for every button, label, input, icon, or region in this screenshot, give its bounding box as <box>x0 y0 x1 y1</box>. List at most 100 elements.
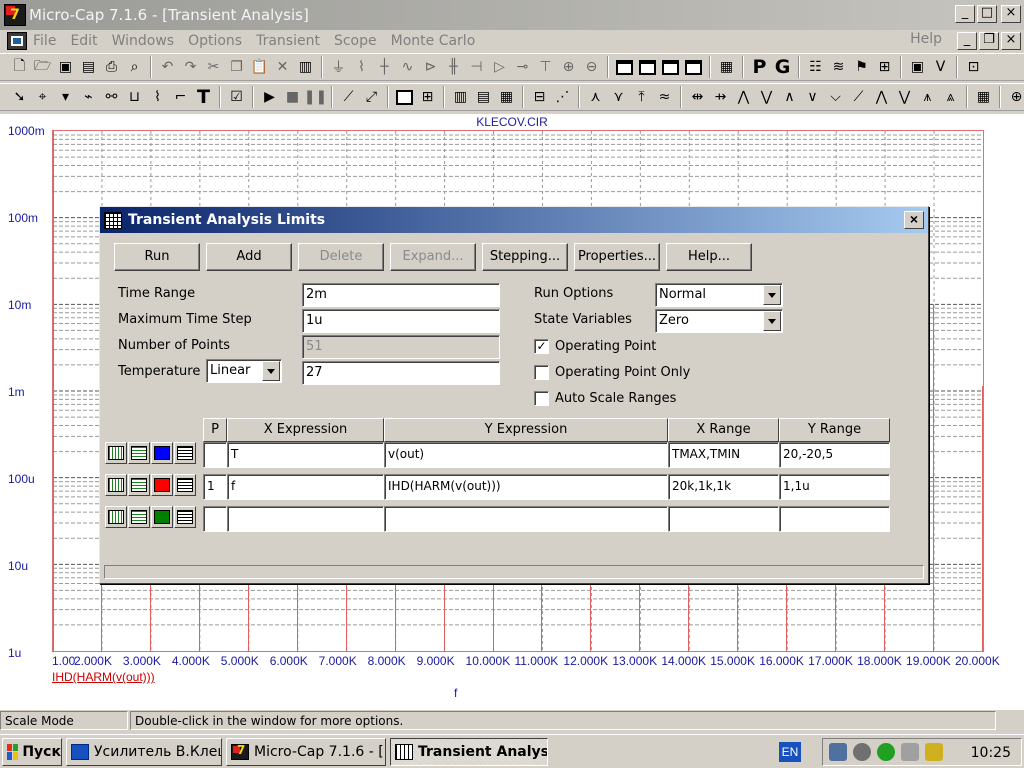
tile-icon[interactable] <box>682 56 705 78</box>
maximize-button[interactable]: □ <box>977 5 997 23</box>
row3-x-range-cell[interactable] <box>668 506 779 532</box>
mdi-minimize-button[interactable]: _ <box>957 32 977 50</box>
row1-y-expression-cell[interactable]: v(out) <box>384 442 668 468</box>
current-source-icon[interactable]: ⊕ <box>557 56 580 78</box>
run-icon[interactable]: ▶ <box>258 86 281 108</box>
capacitor-icon[interactable]: ╫ <box>442 56 465 78</box>
chevron-down-icon[interactable] <box>763 311 781 331</box>
row1-x-range-cell[interactable]: TMAX,TMIN <box>668 442 779 468</box>
help-button[interactable]: Help... <box>666 243 752 271</box>
voltage-source-icon[interactable]: ⊖ <box>580 56 603 78</box>
resistor-icon[interactable]: ⌇ <box>350 56 373 78</box>
row1-grid-icon[interactable] <box>105 442 127 464</box>
split-vertical-icon[interactable] <box>636 56 659 78</box>
volume-icon[interactable] <box>853 743 871 761</box>
zoom-in-icon[interactable]: ⊕ <box>1005 86 1024 108</box>
window-icon[interactable] <box>659 56 682 78</box>
row1-color-swatch[interactable] <box>151 442 173 464</box>
temperature-mode-select[interactable]: Linear <box>206 359 282 383</box>
measure-icon[interactable]: ⚑ <box>850 56 873 78</box>
chevron-down-icon[interactable] <box>262 361 280 381</box>
multi-peak-icon[interactable]: ⋀ <box>870 86 893 108</box>
row3-x-expression-cell[interactable] <box>227 506 384 532</box>
row1-x-expression-cell[interactable]: T <box>227 442 384 468</box>
redo-icon[interactable]: ↷ <box>179 56 202 78</box>
component-icon[interactable]: ⊞ <box>873 56 896 78</box>
menu-options[interactable]: Options <box>188 33 242 49</box>
task-transient-analysis[interactable]: Transient Analys... <box>390 737 548 766</box>
close-button[interactable]: × <box>1001 5 1021 23</box>
row3-y-range-cell[interactable] <box>779 506 890 532</box>
row2-lines-icon[interactable] <box>128 474 150 496</box>
stepping-button[interactable]: Stepping... <box>482 243 568 271</box>
low-icon[interactable]: ≈ <box>653 86 676 108</box>
arrow-line-icon[interactable]: ⤢ <box>360 86 383 108</box>
peak2-icon[interactable]: ∧ <box>778 86 801 108</box>
scale-mode-icon[interactable]: ⌁ <box>77 86 100 108</box>
tool-icon[interactable] <box>925 743 943 761</box>
document-icon[interactable] <box>7 32 27 50</box>
operating-point-only-checkbox[interactable] <box>534 365 549 380</box>
time-range-input[interactable]: 2m <box>302 283 500 307</box>
undo-icon[interactable]: ↶ <box>156 56 179 78</box>
cut-icon[interactable]: ✂ <box>202 56 225 78</box>
inductor-icon[interactable]: ∿ <box>396 56 419 78</box>
antivirus-icon[interactable] <box>877 743 895 761</box>
line-icon[interactable]: ⟋ <box>337 86 360 108</box>
split-horizontal-icon[interactable] <box>613 56 636 78</box>
add-button[interactable]: Add <box>206 243 292 271</box>
diode-icon[interactable]: ⊳ <box>419 56 442 78</box>
node-select-icon[interactable]: ⌖ <box>31 86 54 108</box>
dropdown-arrow-icon[interactable]: ▾ <box>54 86 77 108</box>
menu-edit[interactable]: Edit <box>70 33 97 49</box>
row3-grid-icon[interactable] <box>105 506 127 528</box>
temperature-input[interactable]: 27 <box>302 361 500 385</box>
menu-file[interactable]: File <box>33 33 56 49</box>
device-icon[interactable] <box>901 743 919 761</box>
save-as-icon[interactable]: ▤ <box>77 56 100 78</box>
state-variables-select[interactable]: Zero <box>655 309 783 333</box>
dialog-close-button[interactable]: × <box>904 211 924 229</box>
select-all-icon[interactable]: ▥ <box>294 56 317 78</box>
valley2-icon[interactable]: ∨ <box>801 86 824 108</box>
mdi-close-button[interactable]: × <box>1001 32 1021 50</box>
peak-icon[interactable]: ⋏ <box>584 86 607 108</box>
frame-icon[interactable] <box>393 86 416 108</box>
cursor-left-icon[interactable]: ⇹ <box>686 86 709 108</box>
auto-scale-ranges-checkbox[interactable] <box>534 391 549 406</box>
pan-icon[interactable]: ⊔ <box>123 86 146 108</box>
stop-icon[interactable]: ■ <box>281 86 304 108</box>
row3-table-icon[interactable] <box>174 506 196 528</box>
row2-p-cell[interactable]: 1 <box>203 474 227 500</box>
battery-icon[interactable]: ⊸ <box>511 56 534 78</box>
source-icon[interactable]: ⊤ <box>534 56 557 78</box>
high-icon[interactable]: ⤒ <box>630 86 653 108</box>
menu-monte-carlo[interactable]: Monte Carlo <box>391 33 476 49</box>
text-icon[interactable]: T <box>192 86 215 108</box>
g-icon[interactable]: G <box>771 56 794 78</box>
row2-y-expression-cell[interactable]: IHD(HARM(v(out))) <box>384 474 668 500</box>
menu-scope[interactable]: Scope <box>334 33 377 49</box>
task-micro-cap[interactable]: Micro-Cap 7.1.6 - [... <box>226 737 386 766</box>
slope-down-icon[interactable]: ⋁ <box>755 86 778 108</box>
vds-icon[interactable]: Ⅴ <box>929 56 952 78</box>
copy-icon[interactable]: ❐ <box>225 56 248 78</box>
print-preview-icon[interactable]: ⌕ <box>123 56 146 78</box>
expand-button[interactable]: Expand... <box>390 243 476 271</box>
row3-lines-icon[interactable] <box>128 506 150 528</box>
point-icon[interactable]: ⟋ <box>847 86 870 108</box>
network-icon[interactable] <box>829 743 847 761</box>
wire-icon[interactable]: ┼ <box>373 56 396 78</box>
preview-icon[interactable]: ⊡ <box>962 56 985 78</box>
tokens-icon[interactable]: ⋰ <box>551 86 574 108</box>
grid-h-icon[interactable]: ▤ <box>472 86 495 108</box>
ground-icon[interactable]: ⏚ <box>327 56 350 78</box>
app-logo-icon[interactable]: 7 <box>4 4 26 26</box>
minimize-button[interactable]: _ <box>955 5 975 23</box>
pause-icon[interactable]: ❚❚ <box>304 86 327 108</box>
print-icon[interactable]: ⎙ <box>100 56 123 78</box>
row1-y-range-cell[interactable]: 20,-20,5 <box>779 442 890 468</box>
plot-area-icon[interactable]: ⊟ <box>528 86 551 108</box>
max-time-step-input[interactable]: 1u <box>302 309 500 333</box>
properties-icon[interactable]: ☑ <box>225 86 248 108</box>
